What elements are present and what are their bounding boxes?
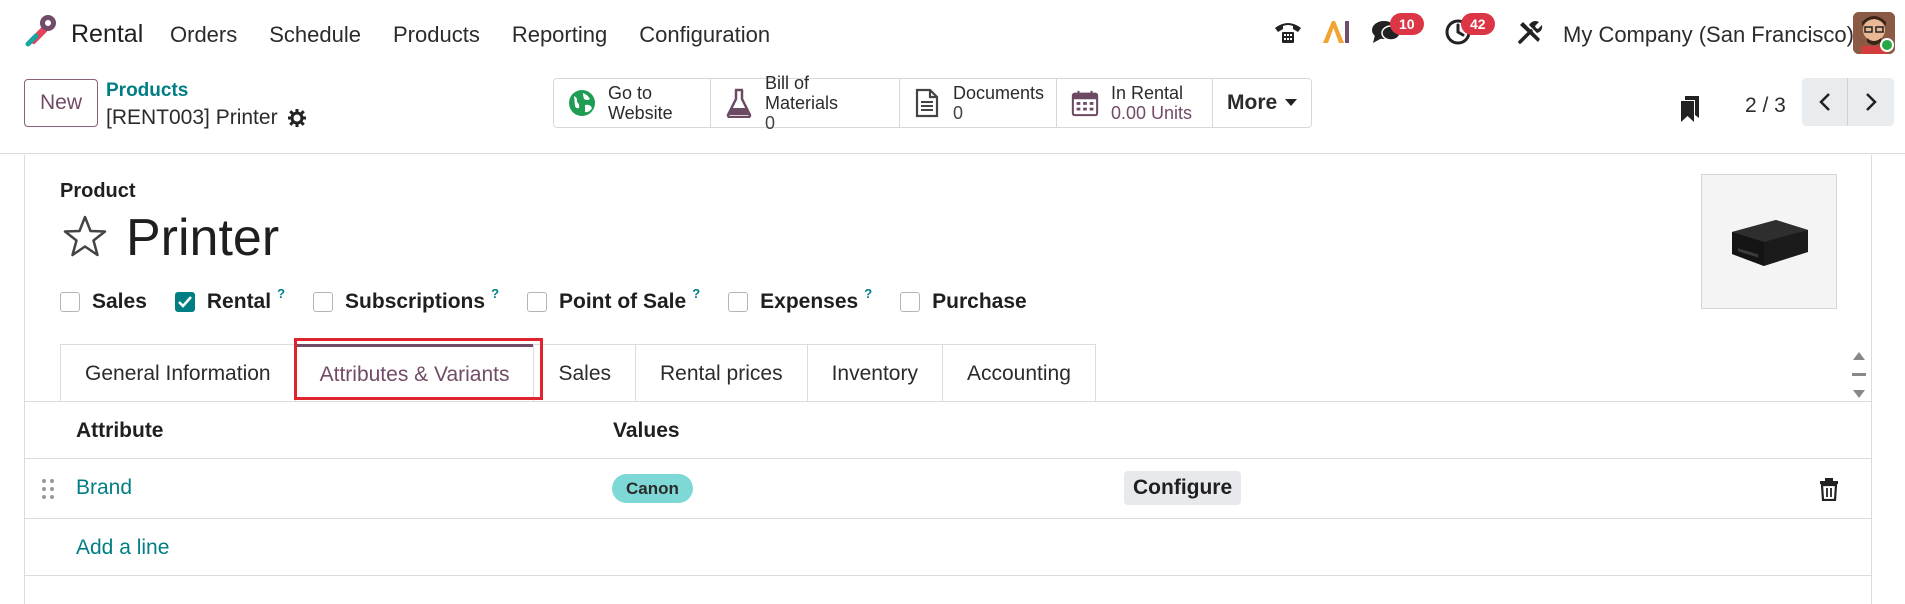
activities-count-badge: 42 [1461,13,1495,35]
scroll-arrows-icon[interactable] [1849,348,1869,402]
website-line1: Go to [608,83,653,103]
expenses-label: Expenses [760,290,859,313]
rental-app-icon[interactable] [22,12,60,50]
menu-products[interactable]: Products [393,22,480,48]
calendar-icon [1071,87,1099,119]
globe-icon [568,87,596,119]
main-menu: Orders Schedule Products Reporting Confi… [170,22,802,48]
online-status-dot [1880,38,1894,52]
printer-image [1732,219,1808,266]
breadcrumb-products[interactable]: Products [106,80,188,102]
expenses-help-tooltip[interactable]: ? [864,286,872,301]
value-tag: Canon [612,474,693,503]
bookmark-icon[interactable] [1680,96,1700,122]
pager-next-button[interactable] [1848,78,1894,126]
control-panel: New Products [RENT003] Printer Go to Web… [0,66,1905,154]
ai-icon[interactable] [1318,14,1354,50]
sales-label: Sales [92,290,147,313]
product-flags: Sales Rental ? Subscriptions ? Point of … [60,286,1055,314]
table-row[interactable]: Brand Canon Configure [25,459,1871,519]
notebook-tabs: General Information Attributes & Variant… [60,344,1096,402]
menu-schedule[interactable]: Schedule [269,22,361,48]
documents-label: Documents [952,83,1044,103]
trash-icon[interactable] [1818,477,1840,501]
product-name[interactable]: Printer [126,208,279,268]
tab-attributes-variants[interactable]: Attributes & Variants [294,344,535,402]
in-rental-label: In Rental [1111,83,1184,103]
more-dropdown-button[interactable]: More [1213,79,1311,127]
subscriptions-checkbox[interactable] [313,292,334,312]
tools-icon[interactable] [1512,14,1548,50]
configure-button[interactable]: Configure [1124,471,1242,505]
tab-accounting[interactable]: Accounting [941,344,1096,402]
pager-value[interactable]: 2 / 3 [1745,94,1786,118]
flag-purchase[interactable]: Purchase [900,290,1027,314]
go-to-website-button[interactable]: Go to Website [554,79,711,127]
document-icon [914,87,941,119]
bom-count: 0 [764,113,775,133]
attributes-table-header: Attribute Values [25,402,1871,459]
tab-sales[interactable]: Sales [533,344,637,402]
subscriptions-label: Subscriptions [345,290,486,313]
flag-rental[interactable]: Rental ? [174,286,285,314]
more-label: More [1227,91,1278,114]
sales-checkbox[interactable] [60,292,80,312]
breadcrumb-current-record: [RENT003] Printer [106,106,306,130]
flag-point-of-sale[interactable]: Point of Sale ? [527,286,700,314]
add-a-line-link[interactable]: Add a line [76,536,169,560]
record-name: [RENT003] Printer [106,106,278,129]
top-navbar: Rental Orders Schedule Products Reportin… [0,0,1905,66]
bill-of-materials-button[interactable]: Bill of Materials 0 [711,73,900,133]
add-line-row: Add a line [25,519,1871,576]
flag-expenses[interactable]: Expenses ? [728,286,872,314]
in-rental-button[interactable]: In Rental 0.00 Units [1057,79,1213,127]
rental-help-tooltip[interactable]: ? [277,286,285,301]
point-of-sale-label: Point of Sale [559,290,687,313]
pager-buttons [1802,78,1894,126]
app-name[interactable]: Rental [71,20,143,49]
chevron-right-icon [1866,93,1877,111]
in-rental-value: 0.00 Units [1111,103,1193,123]
pager-previous-button[interactable] [1802,78,1848,126]
bom-label: Bill of Materials [764,73,839,113]
flag-subscriptions[interactable]: Subscriptions ? [313,286,499,314]
company-switcher[interactable]: My Company (San Francisco) [1563,22,1854,48]
caret-down-icon [1285,99,1298,106]
documents-button[interactable]: Documents 0 [900,79,1057,127]
rental-checkbox[interactable] [174,292,195,312]
smart-buttons: Go to Website Bill of Materials 0 Docume… [553,73,1313,133]
favorite-star-icon[interactable] [62,214,108,260]
purchase-checkbox[interactable] [900,292,921,312]
subscriptions-help-tooltip[interactable]: ? [491,286,499,301]
point-of-sale-checkbox[interactable] [527,292,548,312]
checkmark-icon [178,296,192,308]
menu-configuration[interactable]: Configuration [639,22,770,48]
purchase-label: Purchase [932,290,1027,313]
new-button[interactable]: New [24,79,98,127]
expenses-checkbox[interactable] [728,292,749,312]
tab-rental-prices[interactable]: Rental prices [635,344,808,402]
flask-icon [725,87,753,119]
attribute-cell[interactable]: Brand [76,476,132,500]
flag-sales[interactable]: Sales [60,290,147,314]
product-field-label: Product [60,180,136,202]
gear-icon[interactable] [287,109,306,127]
column-attribute[interactable]: Attribute [76,419,164,443]
product-image[interactable] [1701,174,1837,309]
tab-inventory[interactable]: Inventory [806,344,943,402]
website-line2: Website [608,103,673,123]
drag-handle-icon[interactable] [41,478,55,500]
point-of-sale-help-tooltip[interactable]: ? [692,286,700,301]
column-values[interactable]: Values [613,419,680,443]
tab-general-information[interactable]: General Information [60,344,296,402]
rental-label: Rental [206,290,272,313]
menu-orders[interactable]: Orders [170,22,237,48]
documents-count: 0 [952,103,963,123]
menu-reporting[interactable]: Reporting [512,22,607,48]
chevron-left-icon [1818,93,1830,111]
messages-count-badge: 10 [1390,13,1424,35]
phone-icon[interactable] [1270,14,1306,50]
